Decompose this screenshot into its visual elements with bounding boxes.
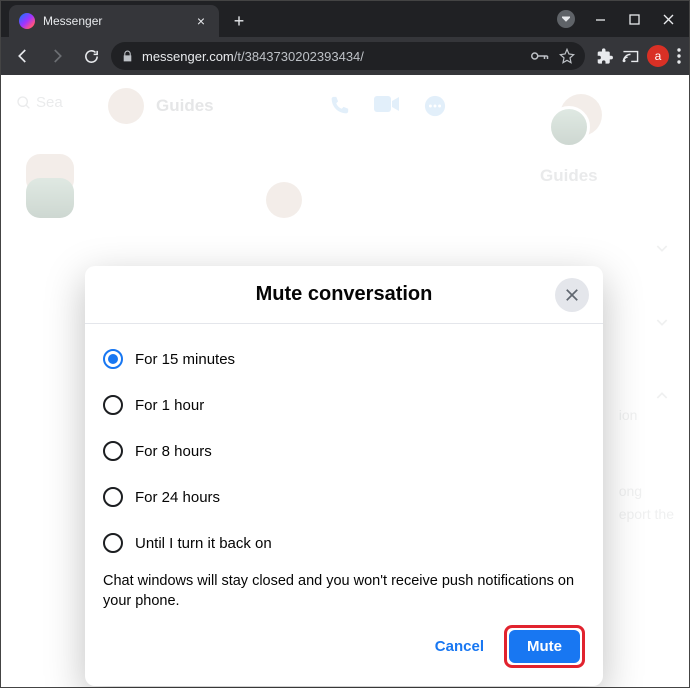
page-content: Sea Guides Guides ion on [2, 76, 688, 686]
option-label: For 24 hours [135, 489, 220, 506]
highlight-annotation: Mute [504, 625, 585, 668]
nav-back-button[interactable] [9, 42, 37, 70]
mute-options: For 15 minutes For 1 hour For 8 hours Fo… [85, 324, 603, 570]
option-label: For 15 minutes [135, 351, 235, 368]
modal-title: Mute conversation [256, 283, 433, 306]
option-label: For 8 hours [135, 443, 212, 460]
mute-option-15-minutes[interactable]: For 15 minutes [103, 336, 585, 382]
mute-option-1-hour[interactable]: For 1 hour [103, 382, 585, 428]
mute-option-until-back-on[interactable]: Until I turn it back on [103, 520, 585, 566]
cancel-button[interactable]: Cancel [423, 630, 496, 663]
messenger-favicon-icon [19, 13, 35, 29]
url-field[interactable]: messenger.com/t/3843730202393434/ [111, 42, 585, 70]
tab-close-icon[interactable]: × [193, 13, 209, 29]
key-icon[interactable] [531, 50, 549, 62]
close-icon [563, 286, 581, 304]
url-text: messenger.com/t/3843730202393434/ [142, 49, 364, 64]
radio-icon [103, 533, 123, 553]
lock-icon [121, 50, 134, 63]
new-tab-button[interactable]: + [225, 7, 253, 35]
radio-icon [103, 487, 123, 507]
radio-icon [103, 395, 123, 415]
nav-forward-button [43, 42, 71, 70]
mute-conversation-modal: Mute conversation For 15 minutes For 1 h… [85, 266, 603, 686]
cast-icon[interactable] [622, 49, 639, 64]
radio-icon [103, 349, 123, 369]
tab-search-icon[interactable] [551, 4, 581, 34]
modal-actions: Cancel Mute [85, 611, 603, 668]
option-label: For 1 hour [135, 397, 204, 414]
nav-reload-button[interactable] [77, 42, 105, 70]
radio-icon [103, 441, 123, 461]
window-minimize-button[interactable] [585, 4, 615, 34]
browser-address-bar: messenger.com/t/3843730202393434/ a [1, 37, 689, 75]
option-label: Until I turn it back on [135, 535, 272, 552]
window-close-button[interactable] [653, 4, 683, 34]
modal-description: Chat windows will stay closed and you wo… [85, 572, 603, 611]
mute-option-8-hours[interactable]: For 8 hours [103, 428, 585, 474]
window-maximize-button[interactable] [619, 4, 649, 34]
browser-titlebar: Messenger × + [1, 1, 689, 37]
mute-button[interactable]: Mute [509, 630, 580, 663]
profile-avatar[interactable]: a [647, 45, 669, 67]
extensions-icon[interactable] [597, 48, 614, 65]
mute-option-24-hours[interactable]: For 24 hours [103, 474, 585, 520]
kebab-menu-icon[interactable] [677, 48, 681, 64]
star-icon[interactable] [559, 48, 575, 64]
browser-tab[interactable]: Messenger × [9, 5, 219, 37]
modal-header: Mute conversation [85, 266, 603, 324]
tab-title: Messenger [43, 14, 185, 28]
modal-close-button[interactable] [555, 278, 589, 312]
